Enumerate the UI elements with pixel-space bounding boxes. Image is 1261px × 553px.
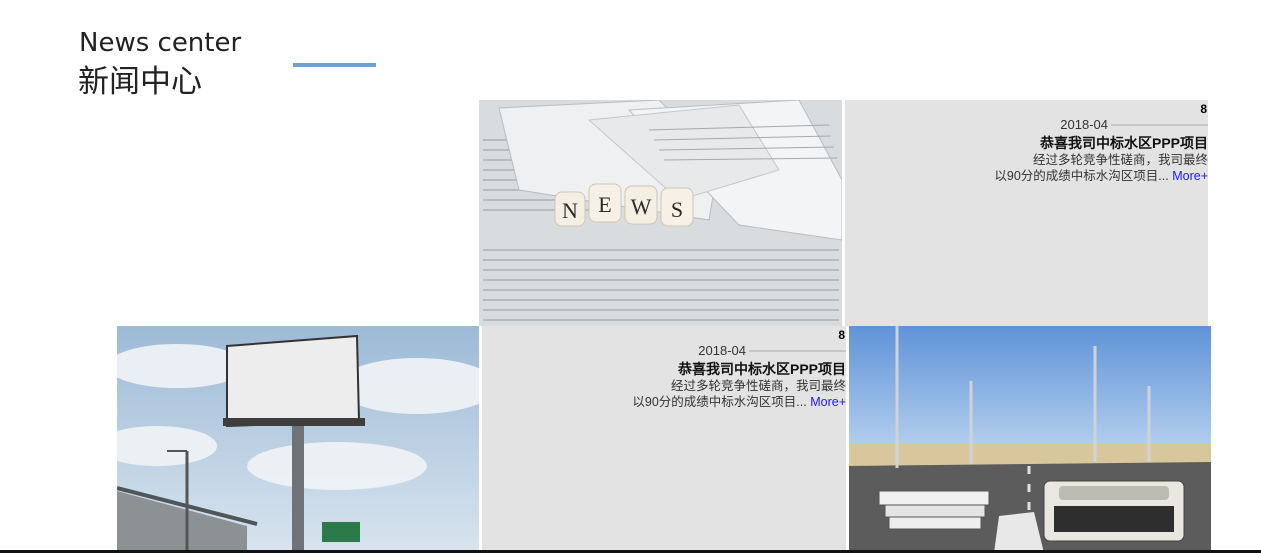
news-date-row: 2018-04 (606, 343, 846, 359)
svg-text:N: N (562, 198, 578, 223)
news-summary: 经过多轮竞争性磋商，我司最终 以90分的成绩中标水沟区项目... More+ (848, 152, 1208, 184)
news-day: 8 (1200, 102, 1207, 116)
news-summary-text: 以90分的成绩中标水沟区项目... (994, 169, 1169, 183)
books-stack (878, 490, 990, 530)
news-summary-text: 以90分的成绩中标水沟区项目... (632, 395, 807, 409)
newspaper-photo-icon: N E W S (479, 100, 842, 326)
svg-text:S: S (671, 197, 683, 222)
news-date: 2018-04 (1060, 117, 1108, 132)
news-date: 2018-04 (698, 343, 746, 358)
news-summary-line-2: 以90分的成绩中标水沟区项目... More+ (486, 394, 846, 410)
more-link[interactable]: More+ (1172, 169, 1208, 183)
date-divider (1111, 124, 1208, 126)
title-accent-line (293, 63, 376, 67)
date-divider (749, 350, 846, 352)
svg-text:E: E (598, 192, 611, 217)
news-image-road-typewriter[interactable] (849, 326, 1211, 553)
news-headline[interactable]: 恭喜我司中标水区PPP项目 (1040, 133, 1208, 153)
news-summary-line: 经过多轮竞争性磋商，我司最终 (670, 379, 846, 393)
billboard-photo-icon (117, 326, 479, 553)
svg-text:W: W (631, 194, 652, 219)
typewriter (1043, 480, 1185, 542)
news-image-newspaper[interactable]: N E W S (479, 100, 842, 326)
section-title-cn: 新闻中心 (78, 64, 202, 100)
section-title-en: News center (79, 28, 242, 58)
news-card-2[interactable]: 8 2018-04 恭喜我司中标水区PPP项目 经过多轮竞争性磋商，我司最终 以… (482, 326, 846, 553)
news-image-billboard[interactable] (117, 326, 479, 553)
news-date-row: 2018-04 (968, 117, 1208, 133)
news-summary: 经过多轮竞争性磋商，我司最终 以90分的成绩中标水沟区项目... More+ (486, 378, 846, 410)
news-summary-line: 经过多轮竞争性磋商，我司最终 (1032, 153, 1208, 167)
news-card-1[interactable]: 8 2018-04 恭喜我司中标水区PPP项目 经过多轮竞争性磋商，我司最终 以… (845, 100, 1208, 326)
road-typewriter-photo-icon (849, 326, 1211, 553)
news-day: 8 (838, 328, 845, 342)
more-link[interactable]: More+ (810, 395, 846, 409)
news-headline[interactable]: 恭喜我司中标水区PPP项目 (678, 359, 846, 379)
news-summary-line-2: 以90分的成绩中标水沟区项目... More+ (848, 168, 1208, 184)
